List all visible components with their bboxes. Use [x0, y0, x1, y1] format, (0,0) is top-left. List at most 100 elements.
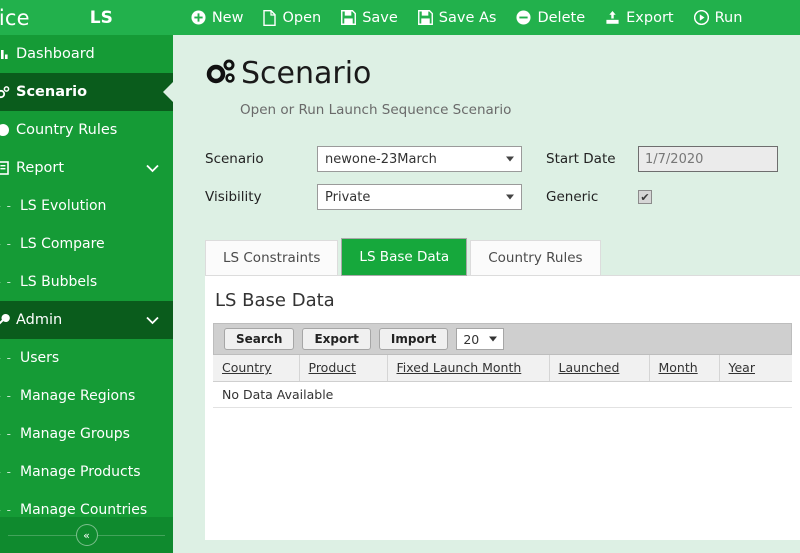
tab-label: Country Rules [488, 250, 583, 266]
column-header-launched[interactable]: Launched [548, 355, 649, 382]
sidebar-item-label: LS Compare [20, 236, 105, 252]
scenario-row: Scenario newone-23March Start Date 1/7/2… [205, 140, 800, 178]
page-size-select[interactable]: 20 [456, 328, 505, 350]
visibility-label: Visibility [205, 189, 262, 205]
top-toolbar: rice LS New Open Save Save As [0, 0, 800, 35]
export-button[interactable]: Export [595, 6, 683, 30]
grid-header-row: Country Product Fixed Launch Month Launc… [213, 355, 792, 382]
grid-import-button[interactable]: Import [378, 328, 449, 350]
generic-label: Generic [546, 189, 599, 205]
save-button[interactable]: Save [331, 6, 408, 30]
sidebar-item-country-rules[interactable]: Country Rules [0, 111, 173, 149]
search-button-label: Search [236, 332, 283, 346]
document-icon [0, 161, 16, 175]
column-header-country[interactable]: Country [213, 355, 299, 382]
page-header: Scenario Open or Run Launch Sequence Sce… [173, 35, 800, 118]
start-date-input[interactable]: 1/7/2020 [638, 146, 778, 172]
upload-icon [605, 10, 620, 25]
start-date-label: Start Date [546, 151, 616, 167]
sidebar-item-manage-products[interactable]: - - Manage Products [0, 453, 173, 491]
floppy-disk-icon [341, 10, 357, 25]
sidebar-item-ls-evolution[interactable]: - - LS Evolution [0, 187, 173, 225]
column-header-fixed-launch-month[interactable]: Fixed Launch Month [386, 355, 549, 382]
delete-button-label: Delete [537, 9, 586, 26]
panel-title: LS Base Data [215, 290, 335, 311]
sidebar-item-manage-regions[interactable]: - - Manage Regions [0, 377, 173, 415]
tab-label: LS Base Data [359, 249, 450, 265]
sidebar-item-ls-bubbels[interactable]: - - LS Bubbels [0, 263, 173, 301]
sidebar-item-dashboard[interactable]: Dashboard [0, 35, 173, 73]
delete-button[interactable]: Delete [506, 6, 595, 30]
tab-ls-base-data[interactable]: LS Base Data [341, 238, 468, 276]
column-header-year[interactable]: Year [718, 355, 792, 382]
empty-state-message: No Data Available [213, 381, 792, 408]
scenario-select[interactable]: newone-23March [317, 146, 522, 172]
sidebar-item-label: Scenario [16, 84, 88, 100]
grid-export-button[interactable]: Export [302, 328, 371, 350]
tab-label: LS Constraints [223, 250, 321, 266]
run-button[interactable]: Run [684, 6, 753, 30]
grid-table: Country Product Fixed Launch Month Launc… [213, 355, 792, 382]
open-button-label: Open [282, 9, 322, 26]
column-header-product[interactable]: Product [298, 355, 387, 382]
check-icon: ✔ [640, 190, 650, 204]
double-chevron-left-icon[interactable]: « [75, 524, 98, 546]
page-title: Scenario [241, 56, 372, 91]
grid-import-button-label: Import [390, 332, 437, 346]
gears-icon [205, 57, 239, 91]
sidebar-section-admin[interactable]: Admin [0, 301, 173, 339]
ls-base-data-panel: LS Base Data Search Export Import 20 Cou… [205, 275, 800, 540]
sidebar-item-label: Admin [16, 312, 63, 328]
new-button-label: New [211, 9, 244, 26]
open-button[interactable]: Open [253, 6, 331, 30]
plus-circle-icon [191, 10, 206, 25]
sidebar-item-label: Manage Products [20, 464, 141, 480]
page-size-value: 20 [463, 331, 480, 347]
tab-ls-constraints[interactable]: LS Constraints [205, 240, 339, 276]
generic-checkbox[interactable]: ✔ [638, 190, 652, 204]
search-button[interactable]: Search [224, 328, 295, 350]
visibility-select[interactable]: Private [317, 184, 522, 210]
column-header-month[interactable]: Month [648, 355, 719, 382]
grid-toolbar: Search Export Import 20 [213, 323, 792, 355]
dash-marker-icon: - - [0, 199, 12, 213]
dash-marker-icon: - - [0, 503, 12, 517]
save-as-button[interactable]: Save As [408, 6, 507, 30]
export-button-label: Export [626, 9, 674, 26]
visibility-select-value: Private [325, 189, 371, 205]
chevron-down-icon [146, 164, 159, 173]
sidebar-item-label: Users [20, 350, 60, 366]
sidebar-collapse-row: « [0, 517, 173, 553]
start-date-value: 1/7/2020 [645, 151, 704, 167]
run-button-label: Run [714, 9, 743, 26]
data-grid: Search Export Import 20 Country Product … [213, 323, 792, 408]
sidebar-item-ls-compare[interactable]: - - LS Compare [0, 225, 173, 263]
app-brand: rice [0, 5, 30, 30]
dash-marker-icon: - - [0, 465, 12, 479]
dash-marker-icon: - - [0, 427, 12, 441]
sidebar-item-users[interactable]: - - Users [0, 339, 173, 377]
scenario-form: Scenario newone-23March Start Date 1/7/2… [173, 118, 800, 216]
sidebar-item-manage-groups[interactable]: - - Manage Groups [0, 415, 173, 453]
tab-country-rules[interactable]: Country Rules [470, 240, 601, 276]
floppy-disk-icon [417, 10, 433, 25]
tab-bar: LS Constraints LS Base Data Country Rule… [205, 238, 800, 276]
save-button-label: Save [362, 9, 398, 26]
sidebar-item-scenario[interactable]: Scenario [0, 73, 173, 111]
dash-marker-icon: - - [0, 275, 12, 289]
toolbar-actions: New Open Save Save As Delete Export Run [181, 6, 753, 30]
sidebar-item-label: LS Bubbels [20, 274, 98, 290]
sidebar-item-label: Manage Groups [20, 426, 130, 442]
sidebar-item-label: Dashboard [16, 46, 95, 62]
new-button[interactable]: New [181, 6, 254, 30]
sidebar-item-label: Manage Regions [20, 388, 136, 404]
chevron-down-icon [146, 316, 159, 325]
sidebar-item-label: LS Evolution [20, 198, 107, 214]
sidebar-section-report[interactable]: Report [0, 149, 173, 187]
grid-export-button-label: Export [314, 332, 359, 346]
save-as-button-label: Save As [438, 9, 497, 26]
file-icon [263, 9, 277, 26]
chevron-down-icon [489, 336, 498, 342]
sidebar-item-label: Manage Countries [20, 502, 148, 518]
visibility-row: Visibility Private Generic ✔ [205, 178, 800, 216]
